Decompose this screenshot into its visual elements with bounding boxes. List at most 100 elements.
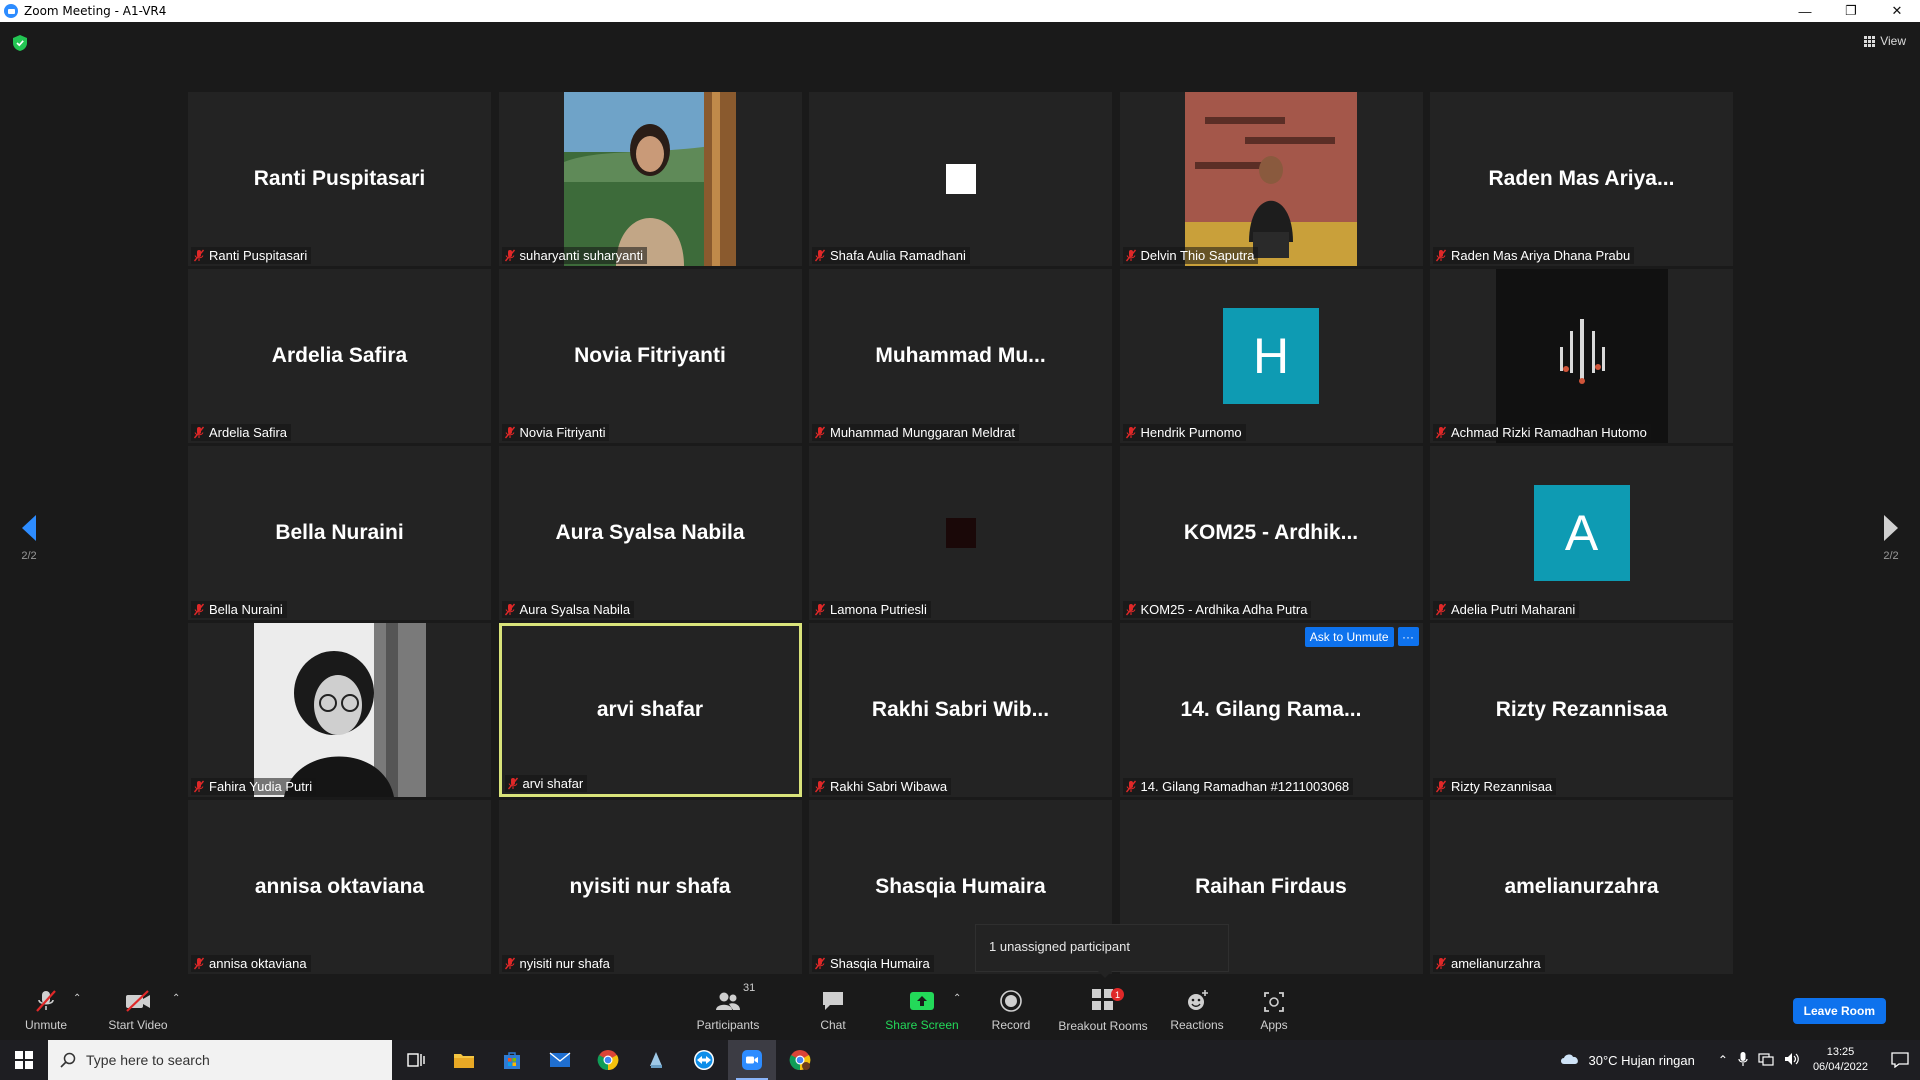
participant-tile[interactable]: Ranti Puspitasari Ranti Puspitasari xyxy=(188,92,491,266)
participants-button[interactable]: 31 Participants xyxy=(694,980,762,1040)
participant-name: Ranti Puspitasari xyxy=(209,248,308,263)
network-icon[interactable] xyxy=(1758,1052,1774,1069)
participant-tile[interactable]: Novia Fitriyanti Novia Fitriyanti xyxy=(498,269,802,443)
participant-display-name: Raden Mas Ariya... xyxy=(1488,167,1675,190)
microsoft-store-icon[interactable] xyxy=(488,1040,536,1080)
previous-page-button[interactable]: 2/2 xyxy=(9,514,49,562)
participant-display-name: 14. Gilang Rama... xyxy=(1180,698,1362,721)
volume-icon[interactable] xyxy=(1784,1052,1800,1069)
participant-tile[interactable]: H Hendrik Purnomo xyxy=(1119,269,1423,443)
system-clock[interactable]: 13:25 06/04/2022 xyxy=(1813,1045,1868,1075)
participant-display-name: annisa oktaviana xyxy=(254,875,425,898)
more-options-button[interactable]: ··· xyxy=(1397,627,1419,646)
weather-widget[interactable]: 30°C Hujan ringan xyxy=(1559,1052,1695,1068)
participant-display-name: Rizty Rezannisaa xyxy=(1495,698,1668,721)
participant-tile[interactable]: KOM25 - Ardhik... KOM25 - Ardhika Adha Pu… xyxy=(1119,446,1423,620)
system-tray: 30°C Hujan ringan ⌃ 13:25 06/04/2022 xyxy=(1559,1040,1920,1080)
participant-tile[interactable]: Ardelia Safira Ardelia Safira xyxy=(188,269,491,443)
taskbar-search-box[interactable]: Type here to search xyxy=(48,1040,392,1080)
participant-name-label: 14. Gilang Ramadhan #1211003068 xyxy=(1122,778,1354,795)
muted-mic-icon xyxy=(1125,603,1136,616)
chat-button[interactable]: Chat xyxy=(810,980,856,1040)
arrow-left-icon xyxy=(22,515,36,541)
close-button[interactable]: ✕ xyxy=(1874,0,1920,22)
chat-label: Chat xyxy=(820,1017,846,1032)
show-hidden-icons-chevron-icon[interactable]: ⌃ xyxy=(1718,1053,1728,1067)
participant-name-label: Novia Fitriyanti xyxy=(501,424,610,441)
view-button[interactable]: View xyxy=(1864,34,1906,48)
apps-button[interactable]: Apps xyxy=(1251,980,1297,1040)
minimize-button[interactable]: — xyxy=(1782,0,1828,22)
unmute-button[interactable]: Unmute xyxy=(20,980,72,1040)
apps-icon xyxy=(1264,991,1284,1012)
zoom-taskbar-icon[interactable] xyxy=(728,1040,776,1080)
participant-tile[interactable]: arvi shafar arvi shafar xyxy=(498,623,802,797)
ask-to-unmute-button[interactable]: Ask to Unmute xyxy=(1304,627,1394,647)
participant-tile[interactable]: Achmad Rizki Ramadhan Hutomo xyxy=(1430,269,1733,443)
participant-tile[interactable]: Shafa Aulia Ramadhani xyxy=(809,92,1112,266)
participant-tile[interactable]: Lamona Putriesli xyxy=(809,446,1112,620)
participant-tile[interactable]: Aura Syalsa Nabila Aura Syalsa Nabila xyxy=(498,446,802,620)
start-video-button[interactable]: Start Video xyxy=(104,980,172,1040)
window-titlebar: Zoom Meeting - A1-VR4 — ❐ ✕ xyxy=(0,0,1920,22)
participant-name: arvi shafar xyxy=(522,776,584,791)
microphone-tray-icon[interactable] xyxy=(1738,1051,1748,1070)
video-options-caret[interactable]: ⌃ xyxy=(172,993,180,1004)
participant-video-photo xyxy=(564,92,736,266)
participant-tile[interactable]: Muhammad Mu... Muhammad Munggaran Meldrat xyxy=(809,269,1112,443)
video-off-icon xyxy=(126,989,150,1012)
participant-name-label: Fahira Yudia Putri xyxy=(191,778,317,795)
share-screen-button[interactable]: Share Screen xyxy=(882,980,962,1040)
restore-button[interactable]: ❐ xyxy=(1828,0,1874,22)
participant-name: Rakhi Sabri Wibawa xyxy=(830,779,948,794)
participants-label: Participants xyxy=(696,1017,760,1032)
breakout-rooms-icon-wrap: 1 xyxy=(1090,987,1124,1014)
next-page-button[interactable]: 2/2 xyxy=(1871,514,1911,562)
record-button[interactable]: Record xyxy=(988,980,1034,1040)
breakout-rooms-button[interactable]: 1 Breakout Rooms xyxy=(1058,980,1148,1040)
participant-tile[interactable]: Raden Mas Ariya... Raden Mas Ariya Dhana … xyxy=(1430,92,1733,266)
participant-tile[interactable]: amelianurzahra amelianurzahra xyxy=(1430,800,1733,974)
audio-options-caret[interactable]: ⌃ xyxy=(73,993,81,1004)
muted-mic-icon xyxy=(814,603,826,616)
muted-mic-icon xyxy=(1435,603,1447,616)
mail-icon[interactable] xyxy=(536,1040,584,1080)
participant-name: Raden Mas Ariya Dhana Prabu xyxy=(1451,248,1631,263)
participant-tile[interactable]: annisa oktaviana annisa oktaviana xyxy=(188,800,491,974)
notification-center-icon[interactable] xyxy=(1880,1040,1920,1080)
unmute-label: Unmute xyxy=(24,1017,68,1032)
participant-tile[interactable]: Rizty Rezannisaa Rizty Rezannisaa xyxy=(1430,623,1733,797)
windows-start-button[interactable] xyxy=(0,1040,48,1080)
share-options-caret[interactable]: ⌃ xyxy=(953,993,961,1004)
participant-tile[interactable]: nyisiti nur shafa nyisiti nur shafa xyxy=(498,800,802,974)
participant-tile[interactable]: suharyanti suharyanti xyxy=(498,92,802,266)
tooltip-text: 1 unassigned participant xyxy=(989,939,1130,954)
participant-tile[interactable]: A Adelia Putri Maharani xyxy=(1430,446,1733,620)
participant-tile[interactable]: 14. Gilang Rama... Ask to Unmute ··· 14. Gi… xyxy=(1119,623,1423,797)
muted-mic-icon xyxy=(193,249,205,262)
muted-mic-icon xyxy=(504,957,515,970)
gallery-grid-icon xyxy=(1864,35,1876,47)
app-shortcut-icon[interactable] xyxy=(632,1040,680,1080)
chrome-icon[interactable] xyxy=(584,1040,632,1080)
participant-tile[interactable]: Rakhi Sabri Wib... Rakhi Sabri Wibawa xyxy=(809,623,1112,797)
participant-tile[interactable]: Bella Nuraini Bella Nuraini xyxy=(188,446,491,620)
start-video-label: Start Video xyxy=(108,1017,168,1032)
file-explorer-icon[interactable] xyxy=(440,1040,488,1080)
chrome-profile-icon[interactable] xyxy=(776,1040,824,1080)
participant-name-label: Rizty Rezannisaa xyxy=(1433,778,1557,795)
encryption-shield-icon[interactable] xyxy=(12,34,28,52)
participant-tile[interactable]: Delvin Thio Saputra xyxy=(1119,92,1423,266)
muted-mic-icon xyxy=(1125,780,1136,793)
participant-display-name: Aura Syalsa Nabila xyxy=(555,521,745,544)
record-label: Record xyxy=(991,1017,1031,1032)
teamviewer-icon[interactable] xyxy=(680,1040,728,1080)
reactions-button[interactable]: Reactions xyxy=(1168,980,1226,1040)
record-icon xyxy=(1000,989,1022,1012)
participant-display-name: Rakhi Sabri Wib... xyxy=(871,698,1050,721)
participant-tile[interactable]: Fahira Yudia Putri xyxy=(188,623,491,797)
task-view-icon[interactable] xyxy=(392,1040,440,1080)
participant-name-label: Delvin Thio Saputra xyxy=(1122,247,1259,264)
participant-name-label: Aura Syalsa Nabila xyxy=(501,601,635,618)
leave-room-button[interactable]: Leave Room xyxy=(1792,998,1886,1024)
